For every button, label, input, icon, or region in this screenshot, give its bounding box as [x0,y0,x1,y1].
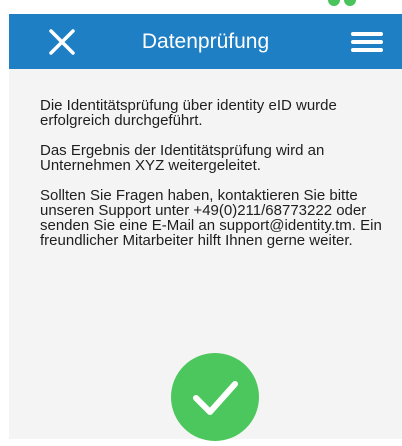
top-strip [0,0,402,14]
page-title: Datenprüfung [141,30,270,53]
dot [328,0,340,6]
header-bar: Datenprüfung [9,14,402,69]
support-message: Sollten Sie Fragen haben, kontaktieren S… [40,187,382,249]
menu-button[interactable] [351,28,383,56]
success-badge [171,353,259,441]
checkmark-success-icon [193,381,238,415]
verification-panel: Datenprüfung Die Identitätsprüfung über … [9,14,402,441]
success-message: Die Identitätsprüfung über identity eID … [40,97,337,129]
content-text: Die Identitätsprüfung über identity eID … [40,98,384,263]
dot [344,0,356,6]
decorative-dots [326,0,366,10]
forwarding-message: Das Ergebnis der Identitätsprüfung wird … [40,142,325,174]
